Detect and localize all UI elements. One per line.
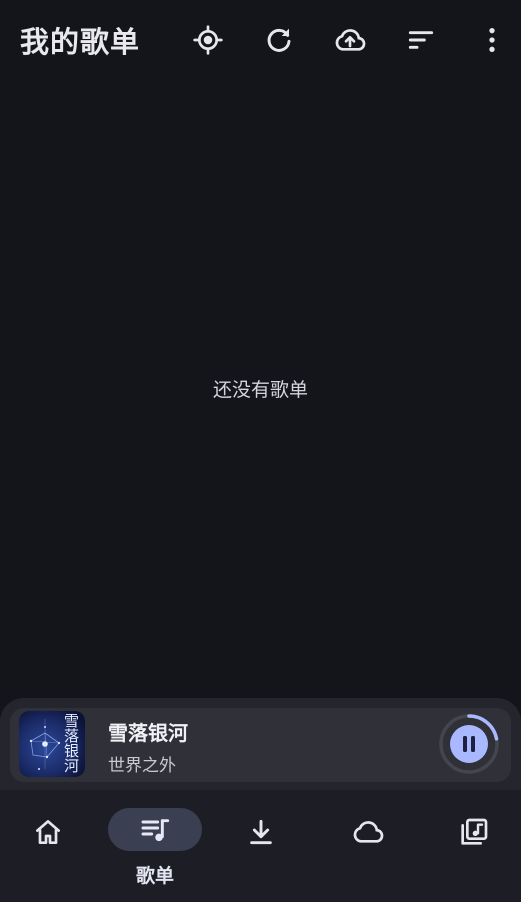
upload-button[interactable]	[332, 22, 368, 58]
refresh-button[interactable]	[261, 22, 297, 58]
album-cover[interactable]: 雪落银河	[19, 711, 85, 777]
download-icon	[250, 819, 272, 844]
more-vert-icon	[489, 28, 495, 52]
playback-progress-ring	[439, 714, 499, 774]
top-app-bar: 我的歌单	[0, 0, 521, 80]
album-cover-text: 雪落银河	[62, 713, 80, 773]
sort-icon	[408, 31, 434, 49]
sort-button[interactable]	[403, 22, 439, 58]
music-library-icon	[461, 818, 488, 845]
nav-home[interactable]	[0, 808, 96, 888]
locate-button[interactable]	[190, 22, 226, 58]
nav-playlist[interactable]: 歌单	[107, 808, 203, 888]
nav-download[interactable]	[213, 808, 309, 888]
nav-library[interactable]	[426, 808, 521, 888]
pause-button-bg	[450, 725, 488, 763]
play-pause-button[interactable]	[438, 713, 500, 775]
playlist-icon	[141, 818, 170, 841]
more-button[interactable]	[474, 22, 510, 58]
nav-cloud[interactable]	[320, 808, 416, 888]
nav-active-indicator	[108, 808, 202, 851]
nav-playlist-label: 歌单	[135, 865, 174, 887]
album-cover-art: 雪落银河	[19, 711, 85, 777]
song-title: 雪落银河	[108, 721, 188, 745]
home-icon	[36, 819, 60, 844]
mini-player[interactable]	[10, 708, 511, 782]
empty-state-text: 还没有歌单	[212, 379, 308, 401]
page-title: 我的歌单	[20, 25, 141, 59]
refresh-icon	[267, 28, 291, 52]
locate-icon	[193, 25, 223, 55]
cloud-upload-icon	[335, 29, 366, 51]
song-artist: 世界之外	[108, 756, 176, 776]
cloud-icon	[353, 820, 384, 843]
